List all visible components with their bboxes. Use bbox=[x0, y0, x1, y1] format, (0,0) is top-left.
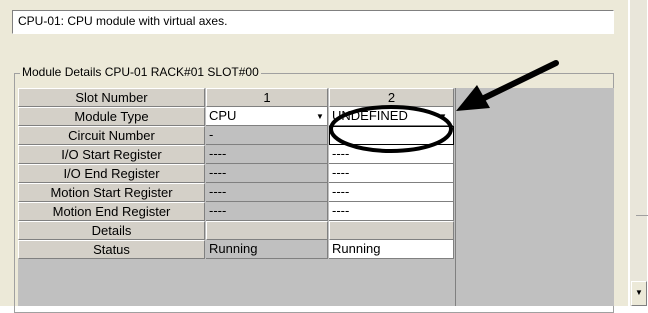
ellipse-highlight bbox=[329, 105, 453, 153]
scrollbar-divider bbox=[636, 215, 648, 216]
scroll-down-icon[interactable]: ▼ bbox=[631, 281, 647, 306]
annotation-overlay bbox=[329, 60, 559, 153]
vertical-scrollbar[interactable] bbox=[630, 0, 647, 306]
arrow-icon bbox=[456, 60, 559, 111]
